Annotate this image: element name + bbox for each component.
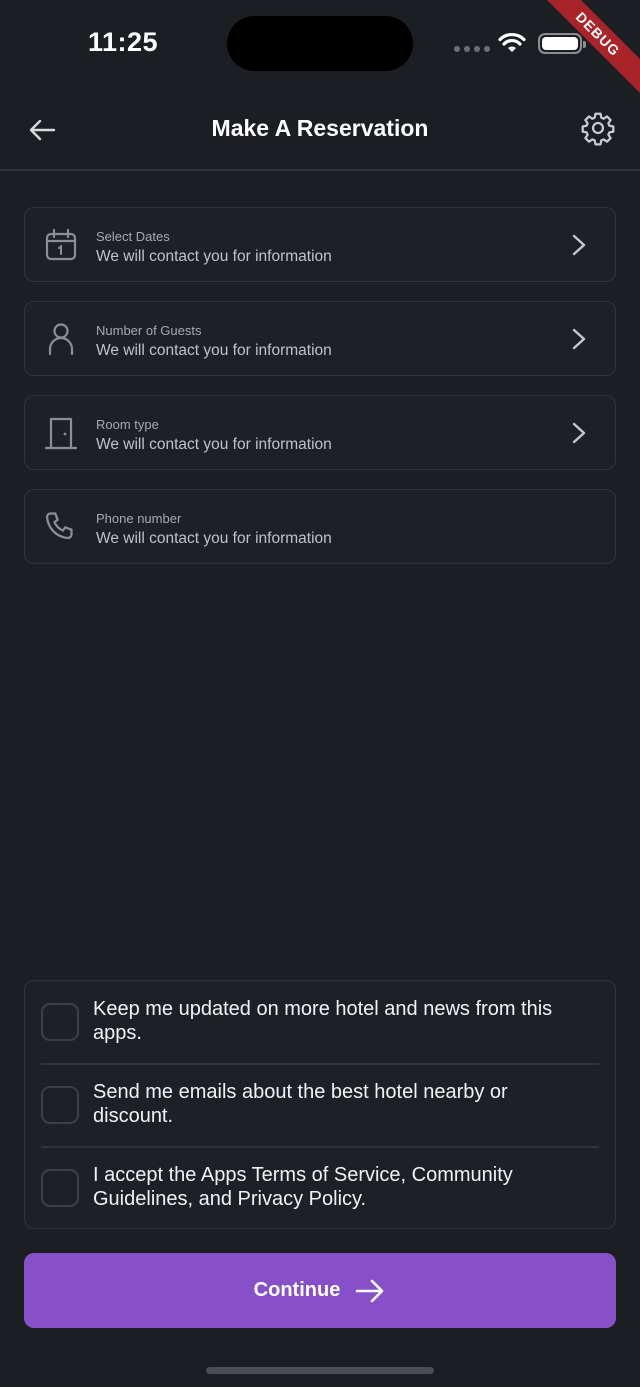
chevron-right-icon	[572, 422, 586, 444]
select-dates-field[interactable]: Select Dates We will contact you for inf…	[24, 207, 616, 282]
checkbox-label: Keep me updated on more hotel and news f…	[93, 998, 553, 1044]
person-icon	[48, 323, 74, 356]
checkbox-label: I accept the Apps Terms of Service, Comm…	[93, 1164, 513, 1210]
chevron-right-icon	[572, 328, 586, 350]
signal-icon	[454, 46, 490, 52]
consent-checkbox-group: Keep me updated on more hotel and news f…	[24, 980, 616, 1229]
battery-icon	[538, 33, 586, 54]
phone-number-field[interactable]: Phone number We will contact you for inf…	[24, 489, 616, 564]
field-value: We will contact you for information	[96, 436, 332, 453]
calendar-icon	[45, 228, 77, 261]
field-label: Phone number	[96, 511, 182, 526]
consent-emails-row[interactable]: Send me emails about the best hotel near…	[41, 1064, 599, 1147]
field-label: Room type	[96, 417, 159, 432]
chevron-right-icon	[572, 234, 586, 256]
checkbox[interactable]	[41, 1003, 79, 1041]
phone-icon	[45, 512, 73, 540]
arrow-right-icon	[356, 1279, 384, 1302]
checkbox[interactable]	[41, 1086, 79, 1124]
field-value: We will contact you for information	[96, 530, 332, 547]
page-title: Make A Reservation	[211, 115, 429, 141]
consent-terms-row[interactable]: I accept the Apps Terms of Service, Comm…	[41, 1147, 599, 1230]
field-label: Select Dates	[96, 229, 170, 244]
home-indicator	[206, 1367, 434, 1374]
field-label: Number of Guests	[96, 323, 202, 338]
consent-updates-row[interactable]: Keep me updated on more hotel and news f…	[41, 981, 599, 1064]
continue-button[interactable]: Continue	[24, 1253, 616, 1328]
gear-icon[interactable]	[580, 110, 616, 146]
field-value: We will contact you for information	[96, 342, 332, 359]
dynamic-island	[227, 16, 413, 71]
status-time: 11:25	[88, 27, 159, 57]
room-type-field[interactable]: Room type We will contact you for inform…	[24, 395, 616, 470]
checkbox-label: Send me emails about the best hotel near…	[93, 1081, 508, 1127]
continue-label: Continue	[253, 1279, 341, 1301]
status-bar: 11:25	[0, 0, 640, 90]
field-value: We will contact you for information	[96, 248, 332, 265]
wifi-icon	[498, 32, 526, 52]
checkbox[interactable]	[41, 1169, 79, 1207]
app-bar: Make A Reservation	[0, 90, 640, 171]
door-icon	[44, 417, 78, 450]
number-of-guests-field[interactable]: Number of Guests We will contact you for…	[24, 301, 616, 376]
